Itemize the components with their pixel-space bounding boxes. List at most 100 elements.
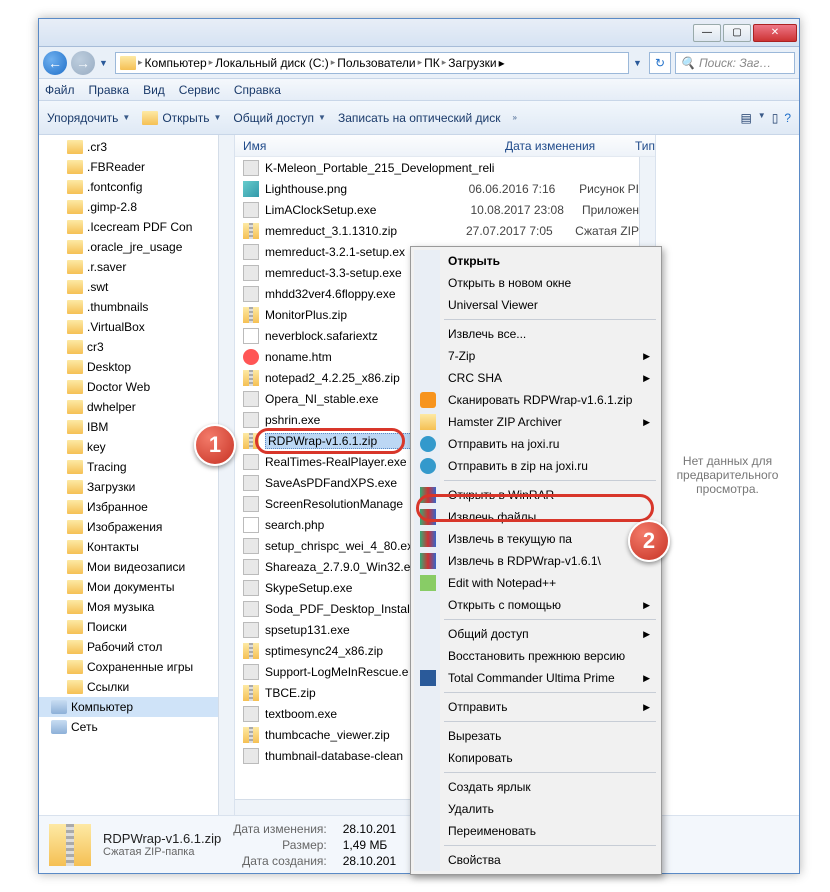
context-item[interactable]: Вырезать: [414, 725, 658, 747]
context-item[interactable]: Восстановить прежнюю версию: [414, 645, 658, 667]
status-filetype: Сжатая ZIP-папка: [103, 846, 221, 858]
tree-folder[interactable]: Избранное: [39, 497, 234, 517]
tree-folder[interactable]: .oracle_jre_usage: [39, 237, 234, 257]
nav-tree: .cr3.FBReader.fontconfig.gimp-2.8.Icecre…: [39, 135, 235, 815]
file-row[interactable]: memreduct_3.1.1310.zip27.07.2017 7:05Сжа…: [235, 220, 639, 241]
refresh-button[interactable]: ↻: [649, 52, 671, 74]
context-item[interactable]: Открыть: [414, 250, 658, 272]
tree-folder[interactable]: cr3: [39, 337, 234, 357]
context-item[interactable]: Свойства: [414, 849, 658, 871]
tree-folder[interactable]: Изображения: [39, 517, 234, 537]
context-item[interactable]: CRC SHA▶: [414, 367, 658, 389]
context-item[interactable]: Удалить: [414, 798, 658, 820]
tree-folder[interactable]: Ссылки: [39, 677, 234, 697]
view-details-icon[interactable]: ▤: [740, 111, 751, 125]
zip-icon: [243, 433, 259, 449]
help-icon[interactable]: ?: [784, 111, 791, 125]
minimize-button[interactable]: —: [693, 24, 721, 42]
submenu-arrow-icon: ▶: [643, 373, 650, 384]
tree-folder[interactable]: Поиски: [39, 617, 234, 637]
tree-folder[interactable]: dwhelper: [39, 397, 234, 417]
col-name[interactable]: Имя: [243, 139, 505, 153]
tree-folder[interactable]: .FBReader: [39, 157, 234, 177]
menu-файл[interactable]: Файл: [45, 83, 75, 97]
context-item[interactable]: Edit with Notepad++: [414, 572, 658, 594]
burn-button[interactable]: Записать на оптический диск: [338, 111, 501, 125]
menu-правка[interactable]: Правка: [89, 83, 130, 97]
breadcrumb-segment[interactable]: ▸Компьютер: [138, 56, 207, 70]
tree-folder[interactable]: .r.saver: [39, 257, 234, 277]
context-item[interactable]: Сканировать RDPWrap-v1.6.1.zip: [414, 389, 658, 411]
file-row[interactable]: Lighthouse.png06.06.2016 7:16Рисунок PI: [235, 178, 639, 199]
tree-folder[interactable]: .gimp-2.8: [39, 197, 234, 217]
menu-сервис[interactable]: Сервис: [179, 83, 220, 97]
organize-button[interactable]: Упорядочить▼: [47, 111, 130, 125]
tree-folder[interactable]: Рабочий стол: [39, 637, 234, 657]
tree-folder[interactable]: Контакты: [39, 537, 234, 557]
tree-folder[interactable]: Моя музыка: [39, 597, 234, 617]
context-item[interactable]: 7-Zip▶: [414, 345, 658, 367]
tree-folder[interactable]: .swt: [39, 277, 234, 297]
context-item[interactable]: Отправить▶: [414, 696, 658, 718]
maximize-button[interactable]: ▢: [723, 24, 751, 42]
context-item[interactable]: Извлечь в RDPWrap-v1.6.1\: [414, 550, 658, 572]
open-button[interactable]: Открыть▼: [142, 111, 221, 125]
submenu-arrow-icon: ▶: [643, 629, 650, 640]
context-item[interactable]: Отправить на joxi.ru: [414, 433, 658, 455]
tree-folder[interactable]: .thumbnails: [39, 297, 234, 317]
context-item[interactable]: Общий доступ▶: [414, 623, 658, 645]
context-item[interactable]: Переименовать: [414, 820, 658, 842]
breadcrumb-segment[interactable]: ▸ПК: [418, 56, 440, 70]
breadcrumb-segment[interactable]: ▸Локальный диск (C:): [209, 56, 329, 70]
tree-scrollbar[interactable]: [218, 135, 234, 815]
back-button[interactable]: ←: [43, 51, 67, 75]
breadcrumb-segment[interactable]: ▸Загрузки: [442, 56, 497, 70]
tree-folder[interactable]: .fontconfig: [39, 177, 234, 197]
file-row[interactable]: K-Meleon_Portable_215_Development_reli: [235, 157, 639, 178]
search-input[interactable]: 🔍 Поиск: Заг…: [675, 52, 795, 74]
rar-icon: [420, 487, 436, 503]
context-item[interactable]: Universal Viewer: [414, 294, 658, 316]
file-row[interactable]: LimAClockSetup.exe10.08.2017 23:08Прилож…: [235, 199, 639, 220]
context-item[interactable]: Извлечь в текущую па: [414, 528, 658, 550]
tree-folder[interactable]: Мои документы: [39, 577, 234, 597]
address-bar[interactable]: ▸Компьютер▸Локальный диск (C:)▸Пользоват…: [115, 52, 629, 74]
col-modified[interactable]: Дата изменения: [505, 139, 635, 153]
tree-folder[interactable]: .VirtualBox: [39, 317, 234, 337]
tree-folder[interactable]: Мои видеозаписи: [39, 557, 234, 577]
tree-folder[interactable]: Desktop: [39, 357, 234, 377]
forward-button[interactable]: →: [71, 51, 95, 75]
share-button[interactable]: Общий доступ▼: [233, 111, 326, 125]
breadcrumb-segment[interactable]: ▸Пользователи: [331, 56, 416, 70]
menu-справка[interactable]: Справка: [234, 83, 281, 97]
context-item[interactable]: Открыть в новом окне: [414, 272, 658, 294]
context-item[interactable]: Извлечь все...: [414, 323, 658, 345]
context-item[interactable]: Отправить в zip на joxi.ru: [414, 455, 658, 477]
preview-pane: Нет данных для предварительного просмотр…: [655, 135, 799, 815]
annotation-callout-2: 2: [628, 520, 670, 562]
context-item[interactable]: Копировать: [414, 747, 658, 769]
tree-folder[interactable]: Загрузки: [39, 477, 234, 497]
tree-folder[interactable]: Сохраненные игры: [39, 657, 234, 677]
network-icon: [51, 720, 67, 734]
context-item[interactable]: Извлечь файлы...: [414, 506, 658, 528]
tree-network[interactable]: Сеть: [39, 717, 234, 737]
menu-вид[interactable]: Вид: [143, 83, 165, 97]
context-item[interactable]: Открыть с помощью▶: [414, 594, 658, 616]
column-headers[interactable]: Имя Дата изменения Тип: [235, 135, 655, 157]
overflow-icon[interactable]: »: [512, 113, 516, 122]
address-dropdown-icon[interactable]: ▼: [633, 58, 645, 68]
context-item[interactable]: Создать ярлык: [414, 776, 658, 798]
context-item[interactable]: Hamster ZIP Archiver▶: [414, 411, 658, 433]
tree-folder[interactable]: Doctor Web: [39, 377, 234, 397]
tree-folder[interactable]: .cr3: [39, 137, 234, 157]
preview-pane-icon[interactable]: ▯: [772, 111, 779, 125]
context-item[interactable]: Открыть в WinRAR: [414, 484, 658, 506]
context-item[interactable]: Total Commander Ultima Prime▶: [414, 667, 658, 689]
tree-folder[interactable]: .Icecream PDF Con: [39, 217, 234, 237]
col-type[interactable]: Тип: [635, 139, 655, 153]
folder-icon: [67, 240, 83, 254]
tree-computer[interactable]: Компьютер: [39, 697, 234, 717]
history-dropdown-icon[interactable]: ▼: [99, 58, 111, 68]
close-button[interactable]: ✕: [753, 24, 797, 42]
